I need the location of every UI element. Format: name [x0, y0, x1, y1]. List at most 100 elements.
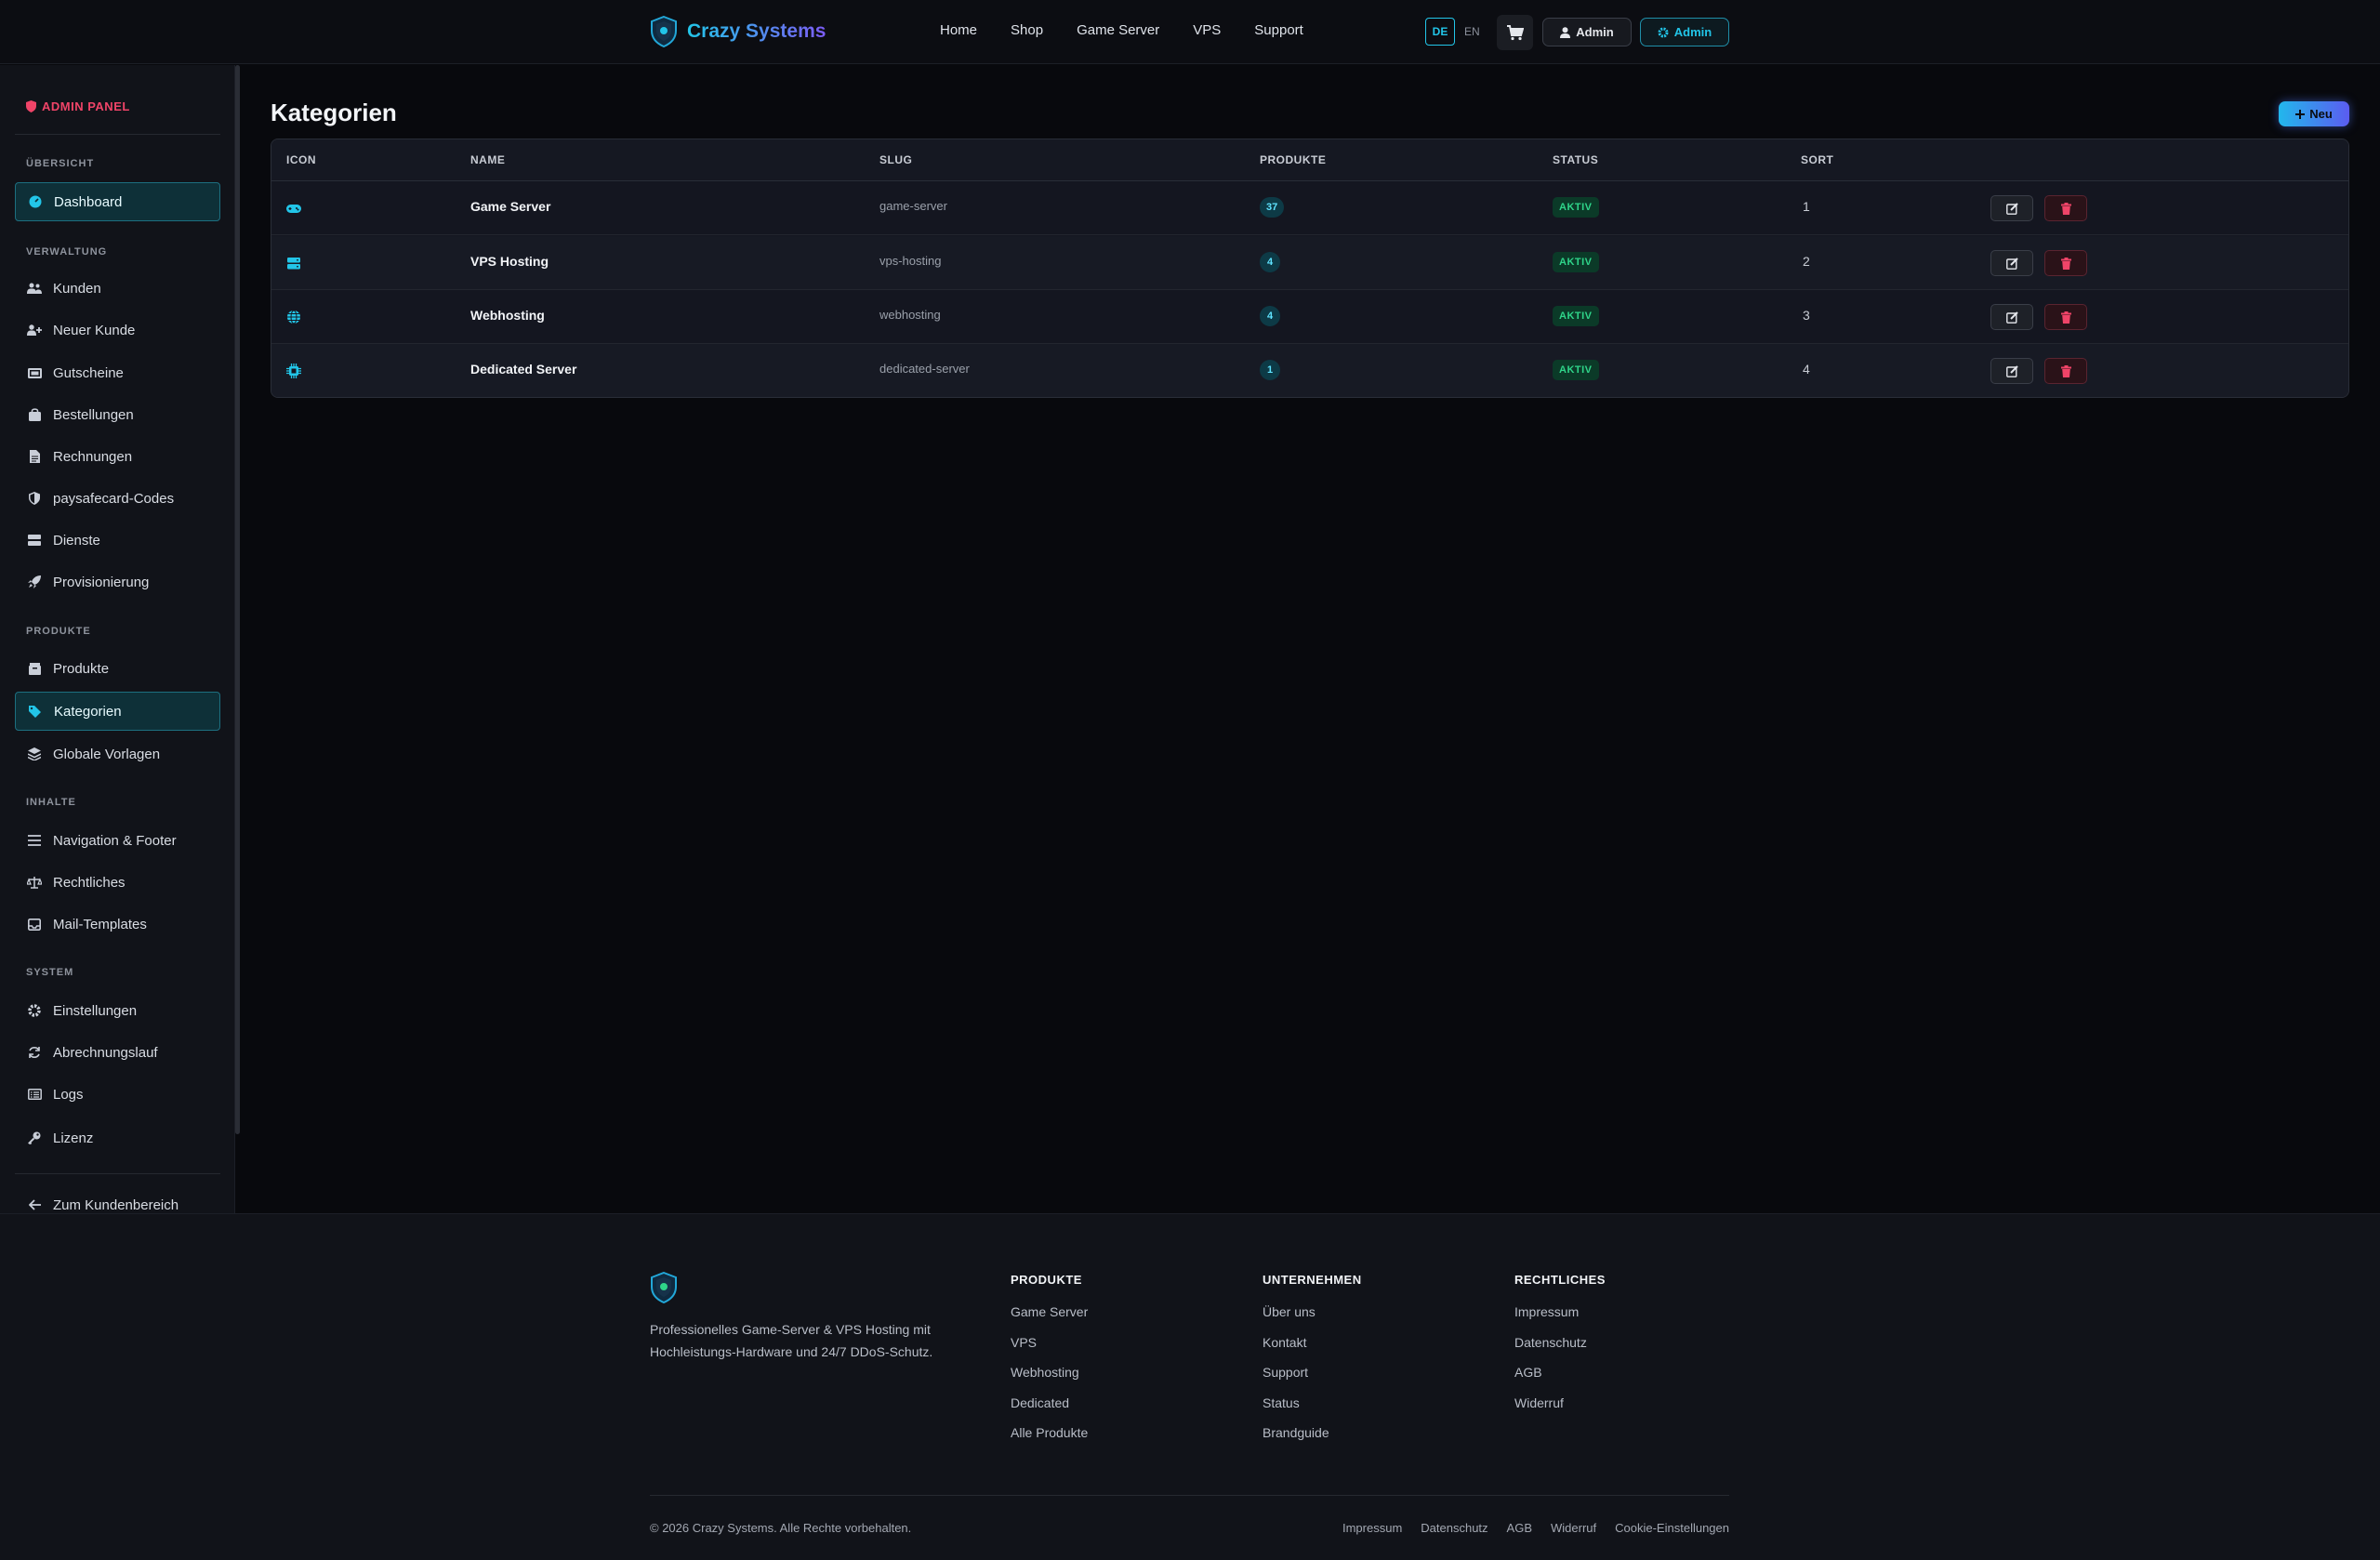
invoice-icon [27, 449, 42, 464]
user-account-button[interactable]: Admin [1542, 18, 1632, 46]
sidebar-item-bestellungen[interactable]: Bestellungen [15, 395, 220, 434]
dashboard-icon [28, 194, 43, 209]
key-icon [27, 1130, 42, 1145]
sidebar-item-label: Neuer Kunde [53, 322, 136, 338]
sidebar-item-einstellungen[interactable]: Einstellungen [15, 991, 220, 1030]
sidebar-item-rechtliches[interactable]: Rechtliches [15, 863, 220, 902]
sidebar-item-navigation-footer[interactable]: Navigation & Footer [15, 821, 220, 860]
footer-divider [650, 1495, 1729, 1496]
new-category-button[interactable]: Neu [2279, 101, 2349, 126]
sidebar-item-neuer-kunde[interactable]: Neuer Kunde [15, 311, 220, 350]
sidebar-item-label: Navigation & Footer [53, 832, 177, 849]
sidebar-scrollbar[interactable] [235, 65, 240, 1134]
user-icon [1560, 26, 1571, 38]
table-row[interactable]: Dedicated Server dedicated-server 1 AKTI… [271, 344, 2348, 397]
table-row[interactable]: VPS Hosting vps-hosting 4 AKTIV 2 [271, 236, 2348, 290]
footer-bottom-link-cookie[interactable]: Cookie-Einstellungen [1615, 1521, 1729, 1535]
site-footer [0, 1213, 2380, 1560]
list-alt-icon [27, 1087, 42, 1102]
footer-heading: RECHTLICHES [1514, 1273, 1606, 1287]
nav-shop[interactable]: Shop [1011, 22, 1043, 38]
cart-button[interactable] [1497, 15, 1533, 50]
section-system: SYSTEM [26, 967, 74, 978]
sort-value: 3 [1803, 308, 1810, 323]
sidebar-item-abrechnungslauf[interactable]: Abrechnungslauf [15, 1033, 220, 1072]
sidebar-item-kunden[interactable]: Kunden [15, 269, 220, 308]
lang-de-button[interactable]: DE [1425, 18, 1455, 46]
category-name: Dedicated Server [470, 362, 577, 377]
footer-link[interactable]: Impressum [1514, 1304, 1606, 1335]
section-inhalte: INHALTE [26, 797, 76, 808]
delete-button[interactable] [2044, 195, 2087, 221]
sidebar-item-label: Rechtliches [53, 874, 126, 891]
column-header-slug[interactable]: SLUG [879, 153, 912, 166]
nav-support[interactable]: Support [1254, 22, 1303, 38]
footer-bottom-link-agb[interactable]: AGB [1507, 1521, 1532, 1535]
footer-link[interactable]: Game Server [1011, 1304, 1088, 1335]
footer-link[interactable]: Support [1263, 1365, 1362, 1395]
footer-link[interactable]: Kontakt [1263, 1335, 1362, 1366]
footer-link[interactable]: VPS [1011, 1335, 1088, 1366]
sidebar-item-rechnungen[interactable]: Rechnungen [15, 437, 220, 476]
sidebar-item-label: Produkte [53, 660, 110, 677]
footer-link[interactable]: Alle Produkte [1011, 1425, 1088, 1456]
category-name: VPS Hosting [470, 254, 549, 269]
footer-link[interactable]: Datenschutz [1514, 1335, 1606, 1366]
footer-copyright: © 2026 Crazy Systems. Alle Rechte vorbeh… [650, 1521, 912, 1535]
sidebar-item-dienste[interactable]: Dienste [15, 521, 220, 560]
sidebar-item-label: Dashboard [54, 193, 123, 210]
sidebar-item-logs[interactable]: Logs [15, 1075, 220, 1114]
column-header-status[interactable]: STATUS [1553, 153, 1598, 166]
edit-button[interactable] [1990, 250, 2033, 276]
footer-link[interactable]: Dedicated [1011, 1395, 1088, 1426]
footer-bottom-link-datenschutz[interactable]: Datenschutz [1421, 1521, 1488, 1535]
sidebar-item-mail-templates[interactable]: Mail-Templates [15, 905, 220, 944]
table-row[interactable]: Game Server game-server 37 AKTIV 1 [271, 181, 2348, 235]
top-navbar: Crazy Systems Home Shop Game Server VPS … [0, 0, 2380, 64]
footer-col-unternehmen: UNTERNEHMEN Über uns Kontakt Support Sta… [1263, 1273, 1362, 1456]
sidebar-item-globale-vorlagen[interactable]: Globale Vorlagen [15, 734, 220, 773]
column-header-sort[interactable]: SORT [1801, 153, 1833, 166]
sidebar-item-produkte[interactable]: Produkte [15, 649, 220, 688]
nav-vps[interactable]: VPS [1193, 22, 1221, 38]
sidebar-item-provisionierung[interactable]: Provisionierung [15, 562, 220, 602]
sidebar-item-label: Dienste [53, 532, 100, 549]
admin-panel-button[interactable]: Admin [1640, 18, 1729, 46]
sidebar-item-kategorien[interactable]: Kategorien [15, 692, 220, 731]
edit-button[interactable] [1990, 195, 2033, 221]
delete-button[interactable] [2044, 250, 2087, 276]
column-header-produkte[interactable]: PRODUKTE [1260, 153, 1326, 166]
delete-button[interactable] [2044, 358, 2087, 384]
footer-link[interactable]: Webhosting [1011, 1365, 1088, 1395]
server-icon [287, 258, 300, 270]
brand-link[interactable]: Crazy Systems [650, 16, 826, 47]
column-header-name[interactable]: NAME [470, 153, 505, 166]
cpu-icon [286, 364, 301, 378]
sidebar-item-gutscheine[interactable]: Gutscheine [15, 353, 220, 392]
edit-button[interactable] [1990, 358, 2033, 384]
user-plus-icon [27, 323, 42, 337]
delete-button[interactable] [2044, 304, 2087, 330]
footer-link[interactable]: Widerruf [1514, 1395, 1606, 1426]
nav-game-server[interactable]: Game Server [1077, 22, 1159, 38]
footer-link[interactable]: Über uns [1263, 1304, 1362, 1335]
arrow-left-icon [27, 1197, 42, 1212]
scale-balance-icon [27, 875, 42, 890]
sidebar-divider [15, 134, 220, 135]
sidebar-item-dashboard[interactable]: Dashboard [15, 182, 220, 221]
trash-icon [2060, 311, 2071, 324]
footer-bottom-link-widerruf[interactable]: Widerruf [1551, 1521, 1596, 1535]
sidebar-item-lizenz[interactable]: Lizenz [15, 1118, 220, 1157]
edit-button[interactable] [1990, 304, 2033, 330]
gamepad-icon [286, 205, 301, 213]
sidebar-item-paysafecard[interactable]: paysafecard-Codes [15, 479, 220, 518]
lang-en-button[interactable]: EN [1464, 25, 1480, 38]
main-nav: Home Shop Game Server VPS Support [940, 22, 1303, 38]
footer-bottom-link-impressum[interactable]: Impressum [1342, 1521, 1402, 1535]
footer-link[interactable]: Brandguide [1263, 1425, 1362, 1456]
footer-link[interactable]: Status [1263, 1395, 1362, 1426]
footer-link[interactable]: AGB [1514, 1365, 1606, 1395]
nav-home[interactable]: Home [940, 22, 977, 38]
globe-icon [287, 310, 300, 324]
table-row[interactable]: Webhosting webhosting 4 AKTIV 3 [271, 290, 2348, 344]
